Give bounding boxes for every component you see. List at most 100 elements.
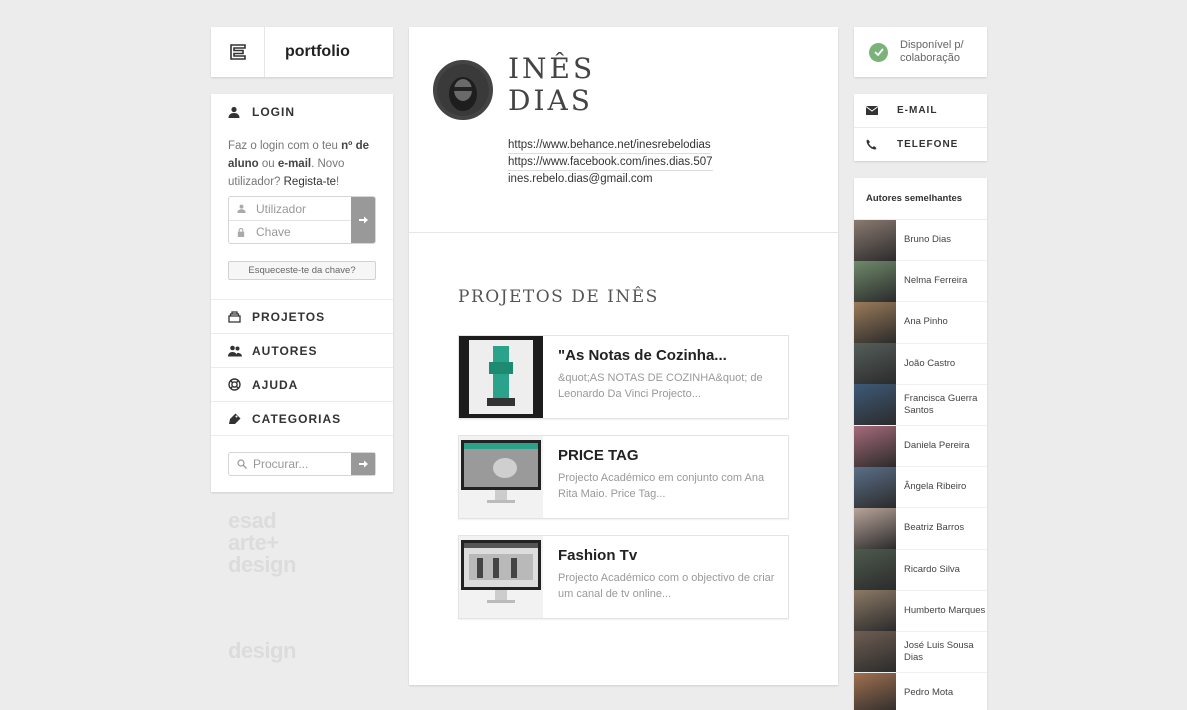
project-name: PRICE TAG — [558, 447, 639, 464]
phone-icon — [866, 139, 880, 150]
author-item[interactable]: Daniela Pereira — [854, 425, 987, 468]
author-item[interactable]: Ângela Ribeiro — [854, 466, 987, 509]
project-description: &quot;AS NOTAS DE COZINHA&quot; de Leona… — [558, 372, 763, 400]
projects-title: PROJETOS DE INÊS — [458, 287, 659, 307]
password-field[interactable]: Chave — [229, 220, 351, 243]
similar-authors-heading: Autores semelhantes — [854, 178, 987, 220]
login-heading[interactable]: LOGIN — [211, 94, 393, 130]
project-thumbnail — [459, 536, 543, 618]
author-avatar — [854, 507, 896, 549]
project-name: Fashion Tv — [558, 547, 638, 564]
email-button[interactable]: E-MAIL — [854, 94, 987, 127]
forgot-password-button[interactable]: Esqueceste-te da chave? — [228, 261, 376, 280]
nav-item-categorias[interactable]: CATEGORIAS — [211, 401, 393, 435]
author-name: Ana Pinho — [904, 316, 948, 328]
author-avatar — [854, 301, 896, 343]
login-form: Utilizador Chave — [228, 196, 376, 244]
author-name: Daniela Pereira — [904, 440, 970, 452]
login-submit-button[interactable] — [351, 197, 375, 243]
author-item[interactable]: Pedro Mota — [854, 672, 987, 710]
project-card[interactable]: PRICE TAG Projecto Académico em conjunto… — [458, 435, 789, 519]
user-icon — [237, 204, 247, 213]
author-item[interactable]: Humberto Marques — [854, 590, 987, 632]
tag-icon — [228, 413, 242, 425]
author-name: João Castro — [904, 357, 956, 369]
profile-links: https://www.behance.net/inesrebelodias h… — [508, 137, 713, 187]
logo-text: portfolio — [285, 43, 350, 60]
project-description: Projecto Académico com o objectivo de cr… — [558, 572, 775, 600]
lock-icon — [237, 227, 247, 237]
author-avatar — [854, 343, 896, 385]
project-card[interactable]: "As Notas de Cozinha... &quot;AS NOTAS D… — [458, 335, 789, 419]
search-box: Procurar... — [228, 452, 376, 476]
logo-card[interactable]: portfolio — [211, 27, 393, 77]
project-thumbnail — [459, 336, 543, 418]
author-name: José Luis Sousa Dias — [904, 639, 974, 663]
author-avatar — [854, 219, 896, 261]
logo-icon — [211, 27, 265, 77]
project-card[interactable]: Fashion Tv Projecto Académico com o obje… — [458, 535, 789, 619]
facebook-link[interactable]: https://www.facebook.com/ines.dias.507 — [508, 154, 713, 171]
project-description: Projecto Académico em conjunto com Ana R… — [558, 472, 765, 500]
email-text: ines.rebelo.dias@gmail.com — [508, 173, 653, 185]
author-name: Bruno Dias — [904, 234, 951, 246]
nav-item-projetos[interactable]: PROJETOS — [211, 299, 393, 333]
help-icon — [228, 378, 242, 391]
school-logo: esad arte+ design — [228, 508, 296, 577]
project-thumbnail — [459, 436, 543, 518]
behance-link[interactable]: https://www.behance.net/inesrebelodias — [508, 137, 711, 154]
sidebar: LOGIN Faz o login com o teu nº de aluno … — [211, 94, 393, 492]
author-name: Ricardo Silva — [904, 563, 960, 575]
profile-name: INÊS DIAS — [508, 52, 596, 117]
avatar — [433, 60, 493, 120]
login-heading-label: LOGIN — [252, 105, 295, 119]
author-avatar — [854, 260, 896, 302]
profile-header: INÊS DIAS https://www.behance.net/inesre… — [409, 27, 838, 233]
search-icon — [237, 459, 247, 469]
contact-card: E-MAIL TELEFONE — [854, 94, 987, 161]
search-submit-button[interactable] — [351, 453, 375, 475]
project-name: "As Notas de Cozinha... — [558, 347, 727, 364]
nav-menu: PROJETOS AUTORES AJUDA CATEGORIAS — [211, 299, 393, 435]
arrow-right-icon — [358, 460, 368, 468]
user-icon — [228, 106, 242, 118]
author-avatar — [854, 549, 896, 591]
projects-icon — [228, 310, 242, 323]
page: portfolio LOGIN Faz o login com o teu nº… — [0, 0, 1187, 710]
author-name: Nelma Ferreira — [904, 275, 968, 287]
author-avatar — [854, 590, 896, 632]
author-name: Pedro Mota — [904, 687, 954, 699]
phone-button[interactable]: TELEFONE — [854, 127, 987, 160]
similar-authors: Autores semelhantes Bruno Dias Nelma Ferr… — [854, 178, 987, 710]
author-item[interactable]: Ricardo Silva — [854, 549, 987, 591]
author-item[interactable]: Nelma Ferreira — [854, 260, 987, 303]
login-description: Faz o login com o teu nº de aluno ou e-m… — [228, 140, 369, 188]
school-logo-secondary: design — [228, 638, 296, 663]
author-item[interactable]: Beatriz Barros — [854, 507, 987, 550]
register-link[interactable]: Regista-te — [284, 176, 336, 188]
search-input[interactable]: Procurar... — [229, 453, 351, 475]
author-avatar — [854, 466, 896, 508]
author-item[interactable]: Francisca Guerra Santos — [854, 384, 987, 426]
author-name: Beatriz Barros — [904, 522, 965, 534]
users-icon — [228, 345, 242, 357]
check-icon — [869, 42, 888, 62]
author-avatar — [854, 672, 896, 710]
mail-icon — [866, 106, 880, 115]
nav-item-ajuda[interactable]: AJUDA — [211, 367, 393, 401]
author-item[interactable]: Ana Pinho — [854, 301, 987, 344]
author-avatar — [854, 384, 896, 426]
author-item[interactable]: José Luis Sousa Dias — [854, 631, 987, 674]
main-content: INÊS DIAS https://www.behance.net/inesre… — [409, 27, 838, 685]
availability-text: Disponível p/ colaboração — [900, 39, 964, 64]
nav-item-autores[interactable]: AUTORES — [211, 333, 393, 367]
arrow-right-icon — [358, 216, 368, 224]
author-name: Ângela Ribeiro — [904, 481, 967, 493]
availability-status: Disponível p/ colaboração — [854, 27, 987, 77]
username-field[interactable]: Utilizador — [229, 197, 351, 220]
author-avatar — [854, 631, 896, 673]
author-item[interactable]: Bruno Dias — [854, 219, 987, 262]
search-area: Procurar... — [211, 435, 393, 492]
author-item[interactable]: João Castro — [854, 343, 987, 385]
author-name: Humberto Marques — [904, 604, 986, 616]
